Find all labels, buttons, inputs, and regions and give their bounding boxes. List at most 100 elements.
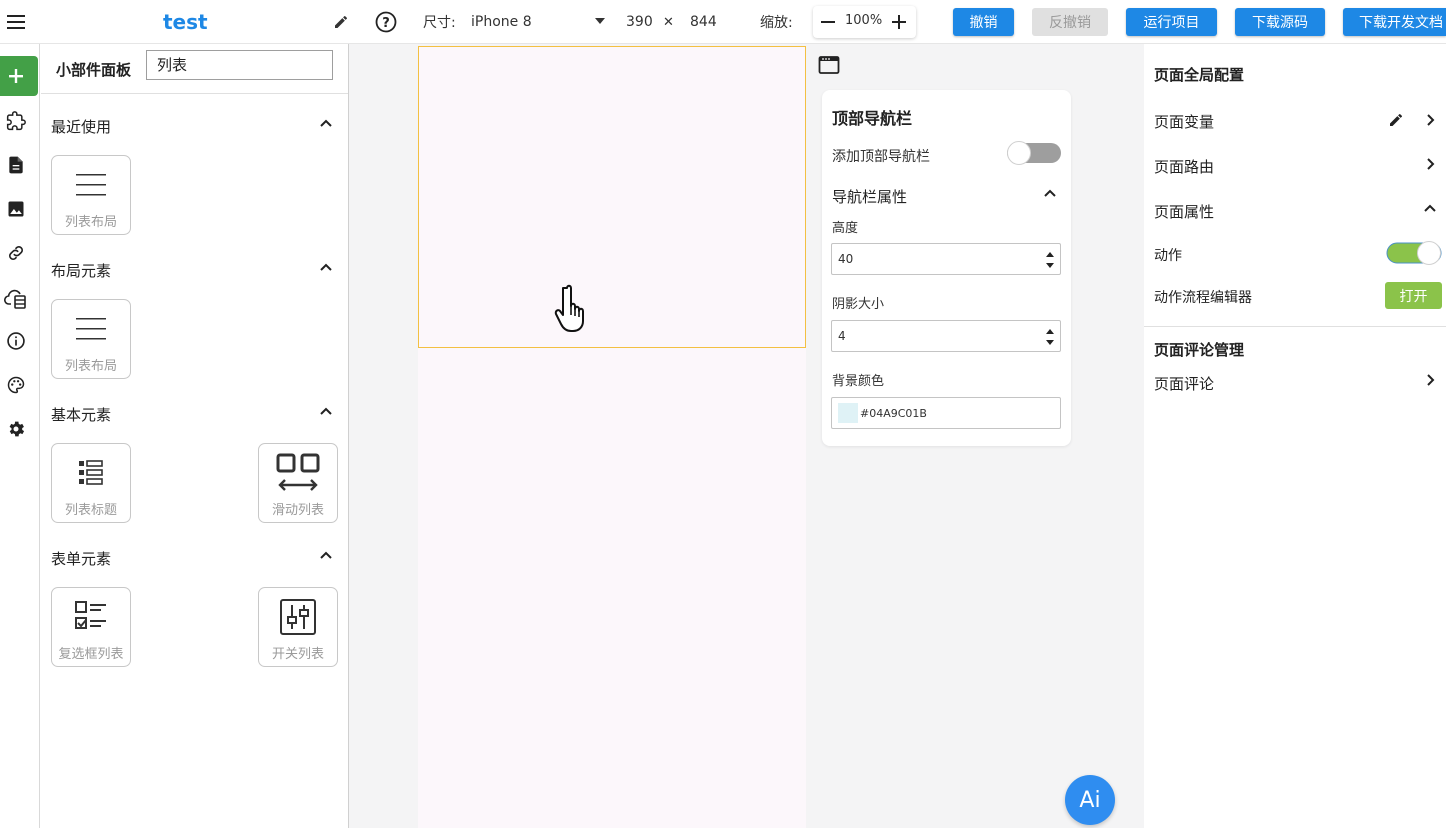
comments-mgmt-title: 页面评论管理 (1154, 341, 1245, 359)
hand-pointer-icon (553, 282, 593, 334)
section-title-basic: 基本元素 (51, 406, 112, 424)
shadow-input[interactable]: 4 (831, 320, 1061, 352)
undo-button[interactable]: 撤销 (953, 8, 1014, 36)
page-config-panel: 页面全局配置 页面变量 页面路由 页面属性 动作 动作流程编辑器 打开 页面评论… (1144, 44, 1446, 828)
edit-title-icon[interactable] (333, 14, 349, 30)
color-swatch[interactable] (838, 403, 858, 423)
widget-card-checkbox-list[interactable]: 复选框列表 (51, 587, 131, 667)
chevron-right-icon[interactable] (1422, 112, 1438, 128)
action-label: 动作 (1154, 248, 1182, 264)
chevron-up-icon[interactable] (318, 115, 334, 131)
widget-card-list-layout[interactable]: 列表布局 (51, 155, 131, 235)
open-flow-editor-button[interactable]: 打开 (1385, 282, 1442, 309)
times-icon: ✕ (663, 14, 674, 30)
widget-card-slide-list[interactable]: 滑动列表 (258, 443, 338, 523)
zoom-label: 缩放: (760, 15, 793, 31)
section-title-form: 表单元素 (51, 550, 112, 568)
height-input[interactable]: 844 (690, 0, 717, 44)
chevron-right-icon[interactable] (1422, 372, 1438, 388)
action-toggle[interactable] (1386, 240, 1442, 266)
shadow-label: 阴影大小 (832, 297, 885, 312)
section-divider (1144, 326, 1446, 327)
widget-card-list-layout[interactable]: 列表布局 (51, 299, 131, 379)
widget-card-label: 列表标题 (64, 503, 117, 518)
zoom-out-button[interactable] (821, 15, 835, 29)
image-icon[interactable] (6, 199, 26, 219)
checkbox-list-icon (74, 600, 108, 632)
palette-icon[interactable] (6, 375, 26, 395)
global-config-title: 页面全局配置 (1154, 66, 1245, 84)
list-layout-icon (74, 168, 108, 202)
puzzle-icon[interactable] (6, 111, 26, 131)
chevron-up-icon[interactable] (318, 403, 334, 419)
spinner-arrows-icon[interactable] (1044, 249, 1056, 271)
edit-icon[interactable] (1388, 112, 1404, 128)
widget-panel: 小部件面板 列表 最近使用 列表布局 布局元素 列表布局 基本元素 列表标题 滑… (41, 44, 349, 828)
widget-card-label: 开关列表 (271, 647, 324, 662)
settings-gear-icon[interactable] (6, 419, 26, 439)
add-navbar-toggle[interactable] (1006, 140, 1062, 166)
spinner-arrows-icon[interactable] (1044, 326, 1056, 348)
cloud-database-icon[interactable] (4, 287, 28, 309)
menu-icon[interactable] (6, 12, 26, 32)
shadow-value: 4 (838, 329, 846, 343)
navbar-card-title: 顶部导航栏 (832, 109, 913, 128)
section-title-recent: 最近使用 (51, 118, 112, 136)
switch-list-icon (279, 598, 317, 636)
widget-card-label: 滑动列表 (271, 503, 324, 518)
redo-button[interactable]: 反撤销 (1032, 8, 1108, 36)
slide-list-icon (275, 452, 321, 494)
download-source-button[interactable]: 下载源码 (1235, 8, 1325, 36)
download-docs-button[interactable]: 下载开发文档 (1343, 8, 1446, 36)
document-icon[interactable] (6, 155, 26, 175)
list-layout-icon (74, 312, 108, 346)
height-input[interactable]: 40 (831, 243, 1061, 275)
page-routes-row[interactable]: 页面路由 (1154, 156, 1214, 177)
link-icon[interactable] (6, 243, 26, 263)
dropdown-arrow-icon (595, 18, 605, 24)
bg-color-input[interactable]: #04A9C01B (831, 397, 1061, 429)
browser-window-icon[interactable] (818, 55, 840, 75)
navbar-settings-card: 顶部导航栏 添加顶部导航栏 导航栏属性 高度 40 阴影大小 4 背景颜色 #0… (822, 90, 1071, 446)
chevron-up-icon[interactable] (318, 259, 334, 275)
app-title: test (163, 10, 208, 34)
chevron-right-icon[interactable] (1422, 156, 1438, 172)
chevron-up-icon[interactable] (1042, 185, 1058, 201)
bg-color-label: 背景颜色 (832, 374, 885, 389)
widget-card-label: 复选框列表 (58, 647, 124, 662)
zoom-in-button[interactable] (892, 15, 906, 29)
design-canvas: 顶部导航栏 添加顶部导航栏 导航栏属性 高度 40 阴影大小 4 背景颜色 #0… (349, 44, 1144, 828)
chevron-up-icon[interactable] (1422, 200, 1438, 216)
widget-card-label: 列表布局 (64, 215, 117, 230)
widget-card-switch-list[interactable]: 开关列表 (258, 587, 338, 667)
section-title-layout: 布局元素 (51, 262, 112, 280)
help-icon[interactable]: ? (375, 11, 397, 33)
device-select[interactable]: iPhone 8 (471, 0, 607, 44)
add-widget-button[interactable] (0, 56, 38, 96)
height-label: 高度 (832, 221, 859, 236)
height-value: 40 (838, 252, 854, 266)
widget-card-label: 列表布局 (64, 359, 117, 374)
page-comments-row[interactable]: 页面评论 (1154, 373, 1214, 394)
zoom-control: 100% (813, 6, 916, 38)
bg-color-value: #04A9C01B (860, 406, 927, 420)
widget-card-list-title[interactable]: 列表标题 (51, 443, 131, 523)
flow-editor-label: 动作流程编辑器 (1154, 290, 1252, 306)
page-variables-row[interactable]: 页面变量 (1154, 111, 1214, 132)
navbar-selection-outline[interactable] (418, 46, 806, 348)
size-label: 尺寸: (423, 15, 456, 31)
left-rail (0, 44, 40, 828)
device-select-value: iPhone 8 (471, 14, 532, 30)
zoom-value: 100% (845, 13, 883, 28)
page-props-row[interactable]: 页面属性 (1154, 201, 1214, 222)
info-icon[interactable] (6, 331, 26, 351)
navbar-props-title: 导航栏属性 (832, 188, 908, 206)
chevron-up-icon[interactable] (318, 547, 334, 563)
add-navbar-label: 添加顶部导航栏 (832, 149, 930, 165)
width-input[interactable]: 390 (626, 0, 653, 44)
run-project-button[interactable]: 运行项目 (1126, 8, 1217, 36)
ai-assistant-button[interactable]: Ai (1065, 775, 1115, 825)
panel-divider (41, 93, 348, 94)
widget-search-input[interactable]: 列表 (146, 50, 333, 80)
panel-title: 小部件面板 (56, 61, 132, 79)
